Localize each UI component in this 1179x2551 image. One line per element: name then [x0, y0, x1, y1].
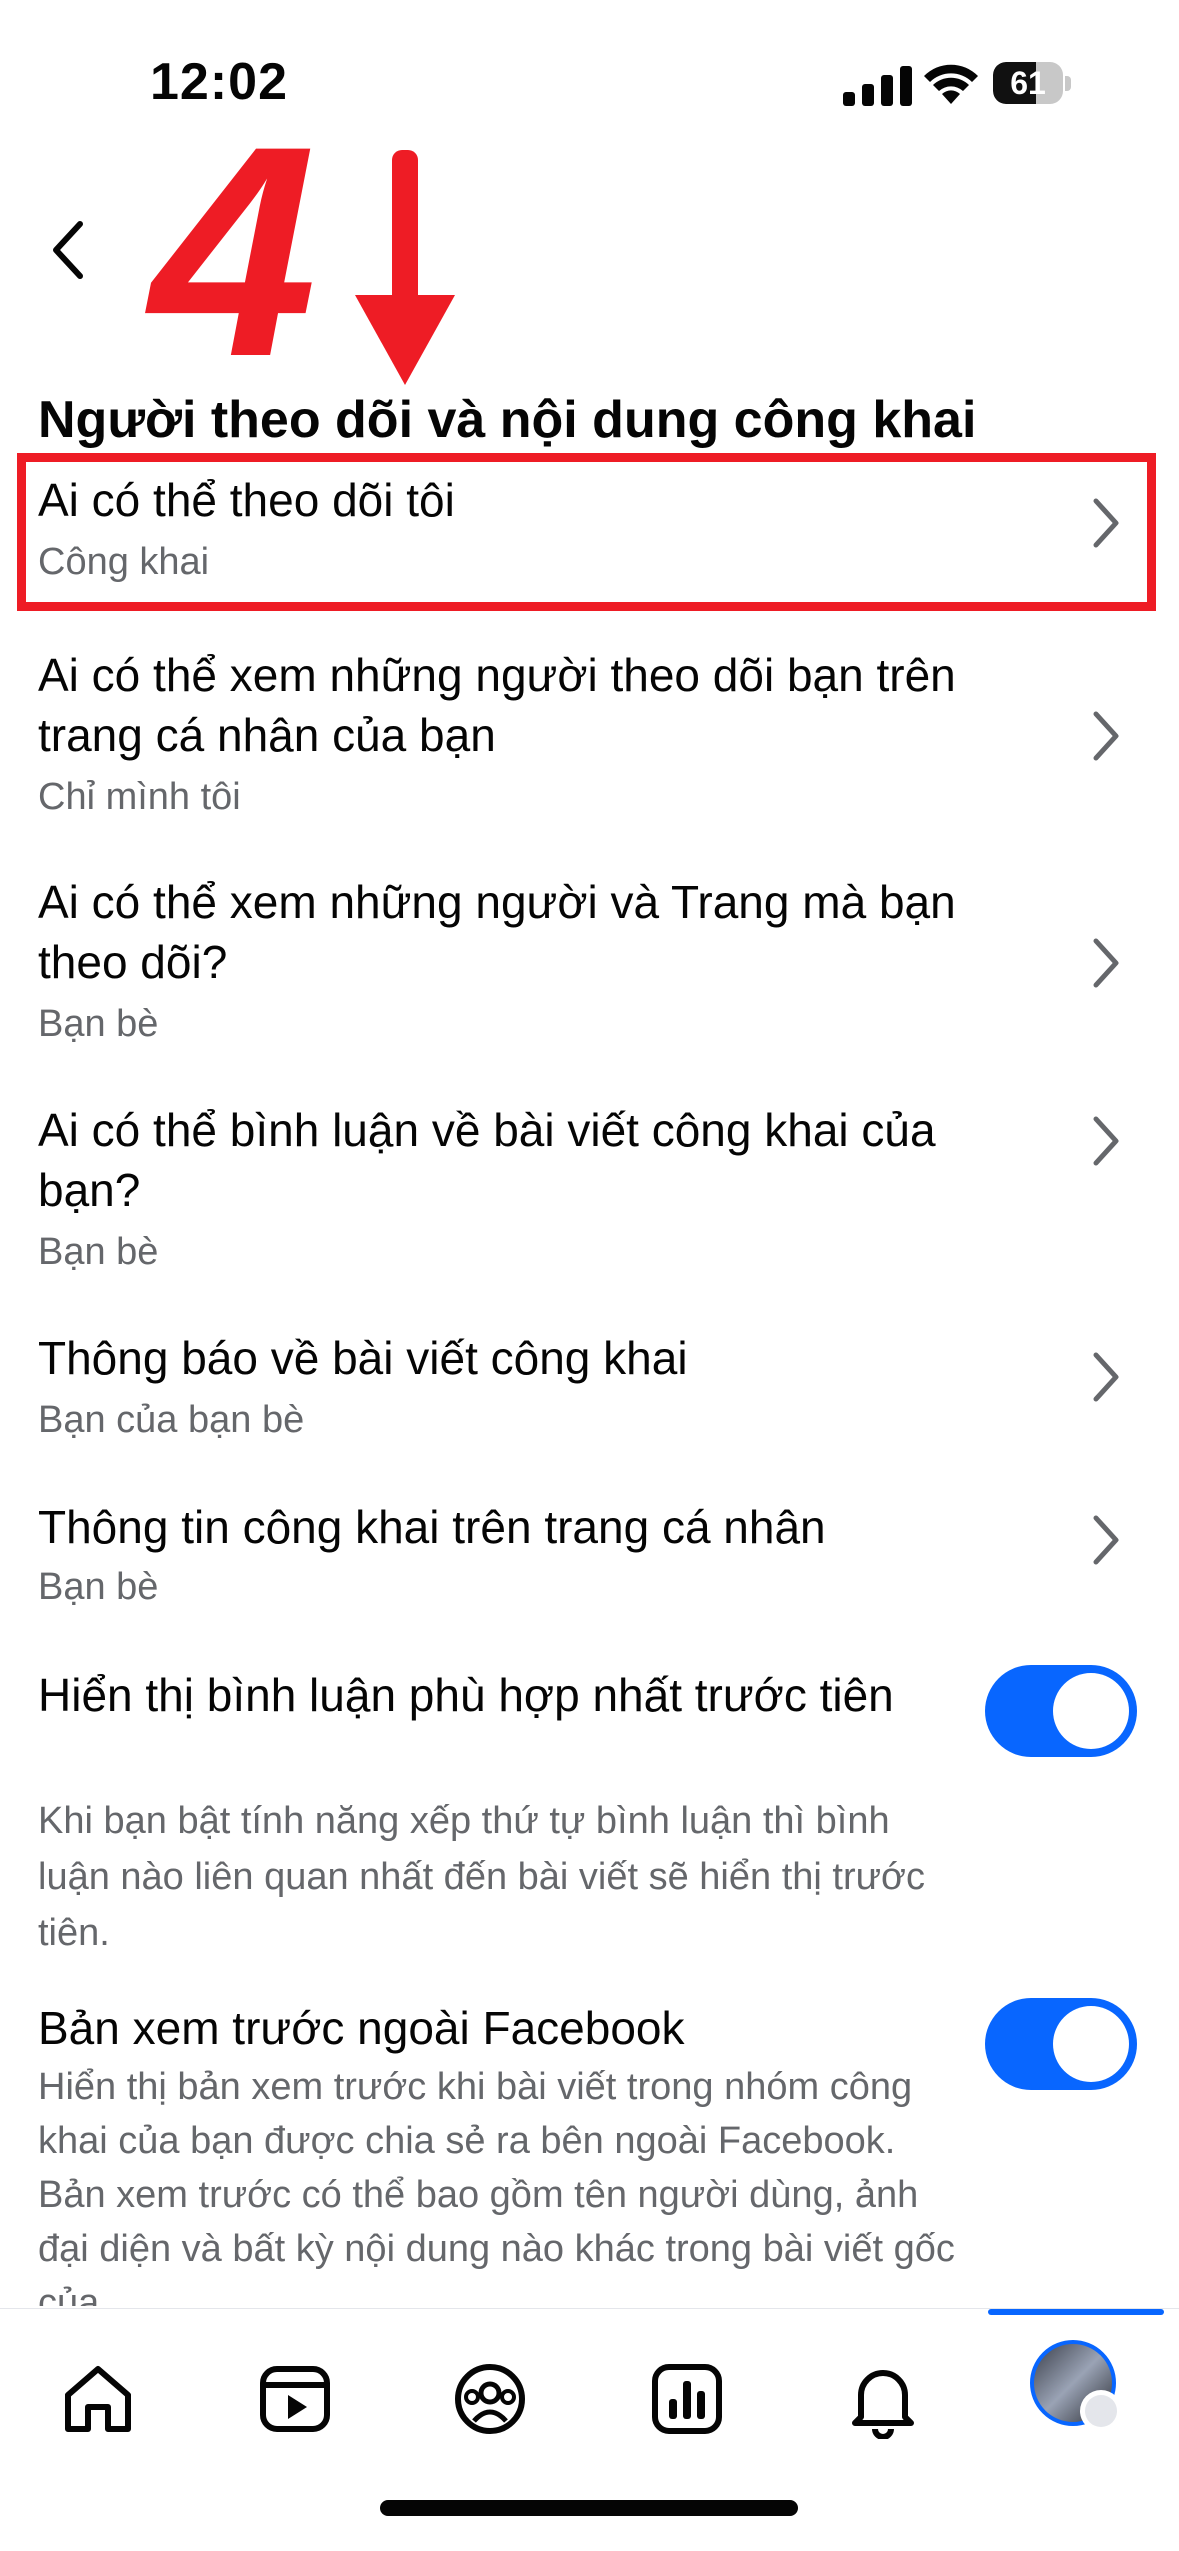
groups-icon — [455, 2364, 525, 2434]
tab-dashboard[interactable] — [637, 2349, 737, 2449]
chevron-right-icon — [1093, 1352, 1119, 1402]
setting-who-can-comment[interactable]: Ai có thể bình luận về bài viết công kha… — [0, 1100, 1179, 1280]
setting-title: Thông báo về bài viết công khai — [38, 1332, 688, 1384]
setting-value: Bạn bè — [38, 1003, 159, 1045]
chevron-right-icon — [1093, 1116, 1119, 1166]
setting-public-profile-info[interactable]: Thông tin công khai trên trang cá nhân B… — [0, 1497, 1179, 1627]
setting-title: Ai có thể xem những người và Trang mà bạ… — [38, 876, 956, 988]
home-icon — [65, 2366, 131, 2432]
dashboard-icon — [652, 2364, 722, 2434]
active-tab-indicator — [988, 2309, 1164, 2315]
setting-title: Thông tin công khai trên trang cá nhân — [38, 1501, 826, 1553]
toggle-title: Hiển thị bình luận phù hợp nhất trước ti… — [38, 1669, 894, 1721]
setting-most-relevant-comments: Hiển thị bình luận phù hợp nhất trước ti… — [0, 1665, 1179, 1955]
toggle-knob — [1053, 1673, 1129, 1749]
annotation-highlight-box — [17, 453, 1156, 611]
setting-public-post-notifications[interactable]: Thông báo về bài viết công khai Bạn của … — [0, 1328, 1179, 1458]
wifi-icon — [924, 64, 978, 104]
status-time: 12:02 — [150, 53, 288, 111]
most-relevant-comments-toggle[interactable] — [985, 1665, 1137, 1757]
tab-video[interactable] — [245, 2349, 345, 2449]
setting-who-can-see-followers[interactable]: Ai có thể xem những người theo dõi bạn t… — [0, 645, 1179, 825]
setting-value: Chỉ mình tôi — [38, 776, 241, 818]
chevron-right-icon — [1093, 711, 1119, 761]
cellular-signal-icon — [843, 66, 912, 106]
setting-title: Ai có thể xem những người theo dõi bạn t… — [38, 649, 956, 761]
setting-value: Bạn bè — [38, 1566, 159, 1608]
tab-home[interactable] — [48, 2349, 148, 2449]
battery-icon: 61 — [993, 62, 1071, 106]
setting-value: Bạn của bạn bè — [38, 1399, 305, 1441]
svg-text:4: 4 — [145, 120, 317, 390]
setting-who-can-see-following[interactable]: Ai có thể xem những người và Trang mà bạ… — [0, 872, 1179, 1052]
menu-badge-icon — [1080, 2390, 1122, 2432]
tab-groups[interactable] — [440, 2349, 540, 2449]
bell-icon — [852, 2370, 914, 2440]
setting-preview-outside-facebook: Bản xem trước ngoài Facebook Hiển thị bả… — [0, 1998, 1179, 2306]
video-icon — [260, 2366, 330, 2432]
toggle-description: Khi bạn bật tính năng xếp thứ tự bình lu… — [38, 1800, 925, 1954]
toggle-description: Hiển thị bản xem trước khi bài viết tron… — [38, 2066, 955, 2306]
page-title: Người theo dõi và nội dung công khai — [38, 391, 977, 449]
battery-percent: 61 — [1010, 65, 1046, 101]
toggle-title: Bản xem trước ngoài Facebook — [38, 2002, 685, 2054]
setting-title: Ai có thể bình luận về bài viết công kha… — [38, 1104, 936, 1216]
annotation-step-number: 4 — [145, 120, 317, 390]
setting-value: Bạn bè — [38, 1231, 159, 1273]
toggle-knob — [1053, 2006, 1129, 2082]
preview-outside-facebook-toggle[interactable] — [985, 1998, 1137, 2090]
annotation-arrow-icon — [355, 150, 455, 385]
tab-notifications[interactable] — [833, 2349, 933, 2449]
home-indicator — [380, 2500, 798, 2516]
back-button[interactable] — [40, 210, 100, 290]
chevron-right-icon — [1093, 1515, 1119, 1565]
chevron-right-icon — [1093, 938, 1119, 988]
